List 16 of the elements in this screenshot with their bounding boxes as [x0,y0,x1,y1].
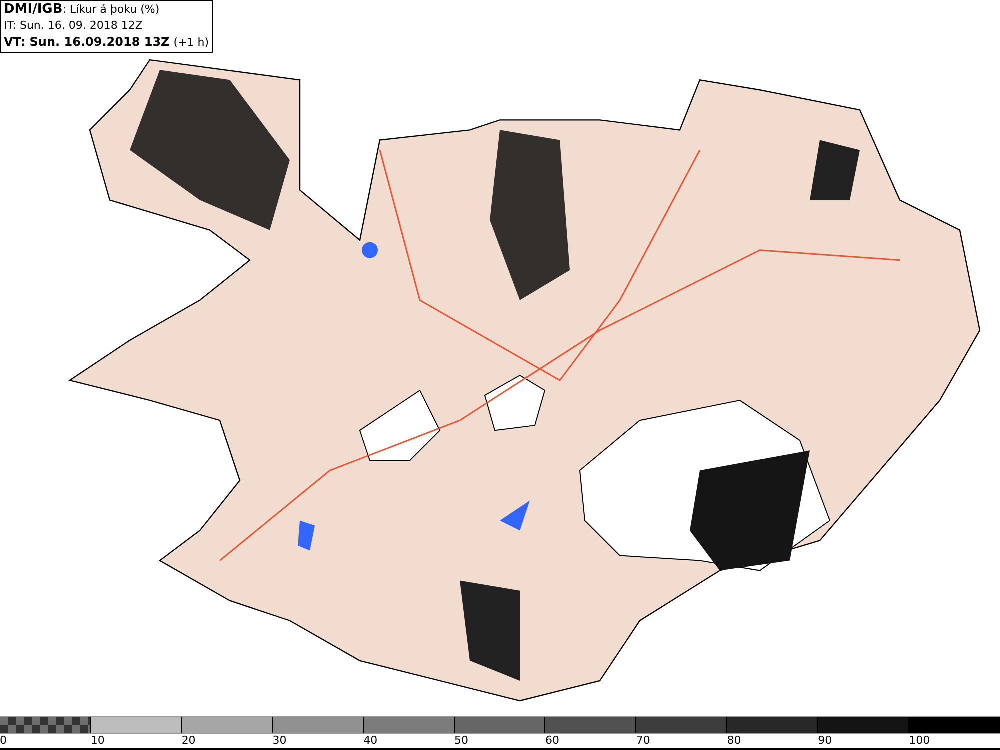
legend-label: 70 [636,734,650,747]
initial-time: IT: Sun. 16. 09. 2018 12Z [4,18,143,34]
legend-label: 80 [727,734,742,747]
lead-time: (+1 h) [174,35,210,51]
legend-label: 10 [90,734,105,747]
valid-time: VT: Sun. 16.09.2018 13Z [4,34,170,50]
legend-label: 20 [182,734,196,747]
legend-label: 50 [454,734,469,747]
legend-label: 100 [909,734,930,747]
product-title: : Líkur á þoku (%) [62,2,160,18]
legend-label: 40 [364,734,378,747]
legend-label: 60 [545,734,560,747]
legend-label: 0 [0,734,7,747]
legend-label: 30 [272,734,287,747]
source-label: DMI/IGB [4,2,63,18]
legend-label: 90 [818,734,832,747]
